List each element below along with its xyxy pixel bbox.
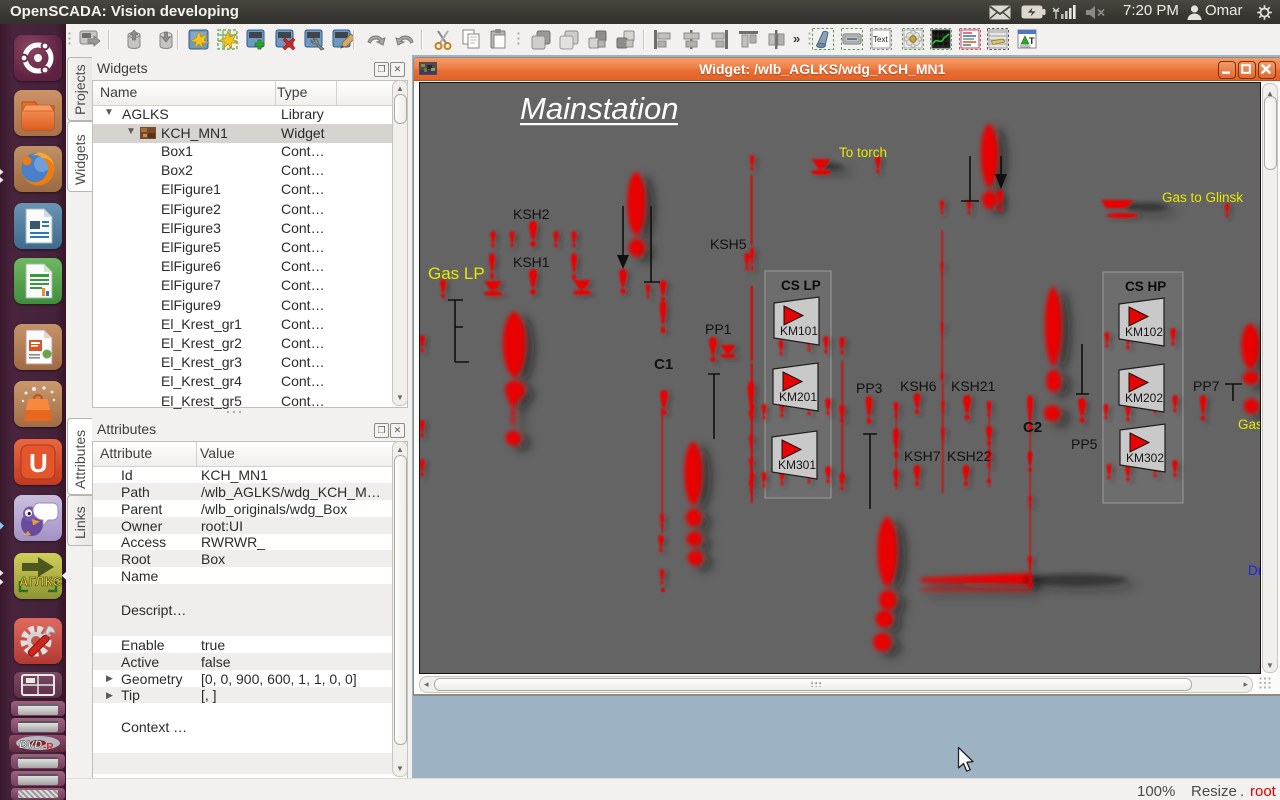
svg-text:Mainstation: Mainstation: [520, 91, 679, 126]
svg-text:KSH21: KSH21: [951, 378, 996, 394]
svg-text:PP5: PP5: [1071, 436, 1098, 452]
svg-text:CS LP: CS LP: [781, 278, 821, 293]
svg-text:PP7: PP7: [1193, 378, 1220, 394]
svg-text:PP3: PP3: [856, 380, 883, 396]
svg-text:KM301: KM301: [778, 458, 816, 472]
svg-text:Gas to Glinsk: Gas to Glinsk: [1162, 190, 1243, 205]
svg-text:KSH2: KSH2: [513, 206, 550, 222]
svg-text:KM202: KM202: [1125, 391, 1163, 405]
svg-text:KSH5: KSH5: [710, 236, 747, 252]
svg-text:Gas LP: Gas LP: [428, 264, 485, 283]
svg-text:АГЛКС: АГЛКС: [19, 574, 62, 589]
svg-text:PP1: PP1: [705, 321, 732, 337]
svg-text:CS HP: CS HP: [1125, 279, 1166, 294]
svg-text:C2: C2: [1023, 419, 1042, 436]
svg-text:DVD: DVD: [19, 739, 42, 751]
svg-text:KM201: KM201: [779, 390, 817, 404]
svg-text:Dr: Dr: [1248, 563, 1260, 578]
svg-text:KSH6: KSH6: [900, 378, 937, 394]
svg-text:KM302: KM302: [1126, 451, 1164, 465]
svg-text:C1: C1: [654, 356, 673, 373]
svg-text:KSH1: KSH1: [513, 254, 550, 270]
svg-text:U: U: [29, 448, 48, 478]
svg-text:To torch: To torch: [839, 145, 887, 160]
svg-text:KM102: KM102: [1125, 325, 1163, 339]
svg-text:KM101: KM101: [780, 324, 818, 338]
svg-text:KSH7: KSH7: [904, 448, 941, 464]
svg-text:Text: Text: [873, 35, 888, 44]
svg-text:KSH22: KSH22: [947, 448, 992, 464]
svg-text:value: value: [1020, 44, 1031, 49]
svg-text:-R: -R: [43, 742, 54, 751]
svg-text:Gas: Gas: [1238, 417, 1260, 432]
